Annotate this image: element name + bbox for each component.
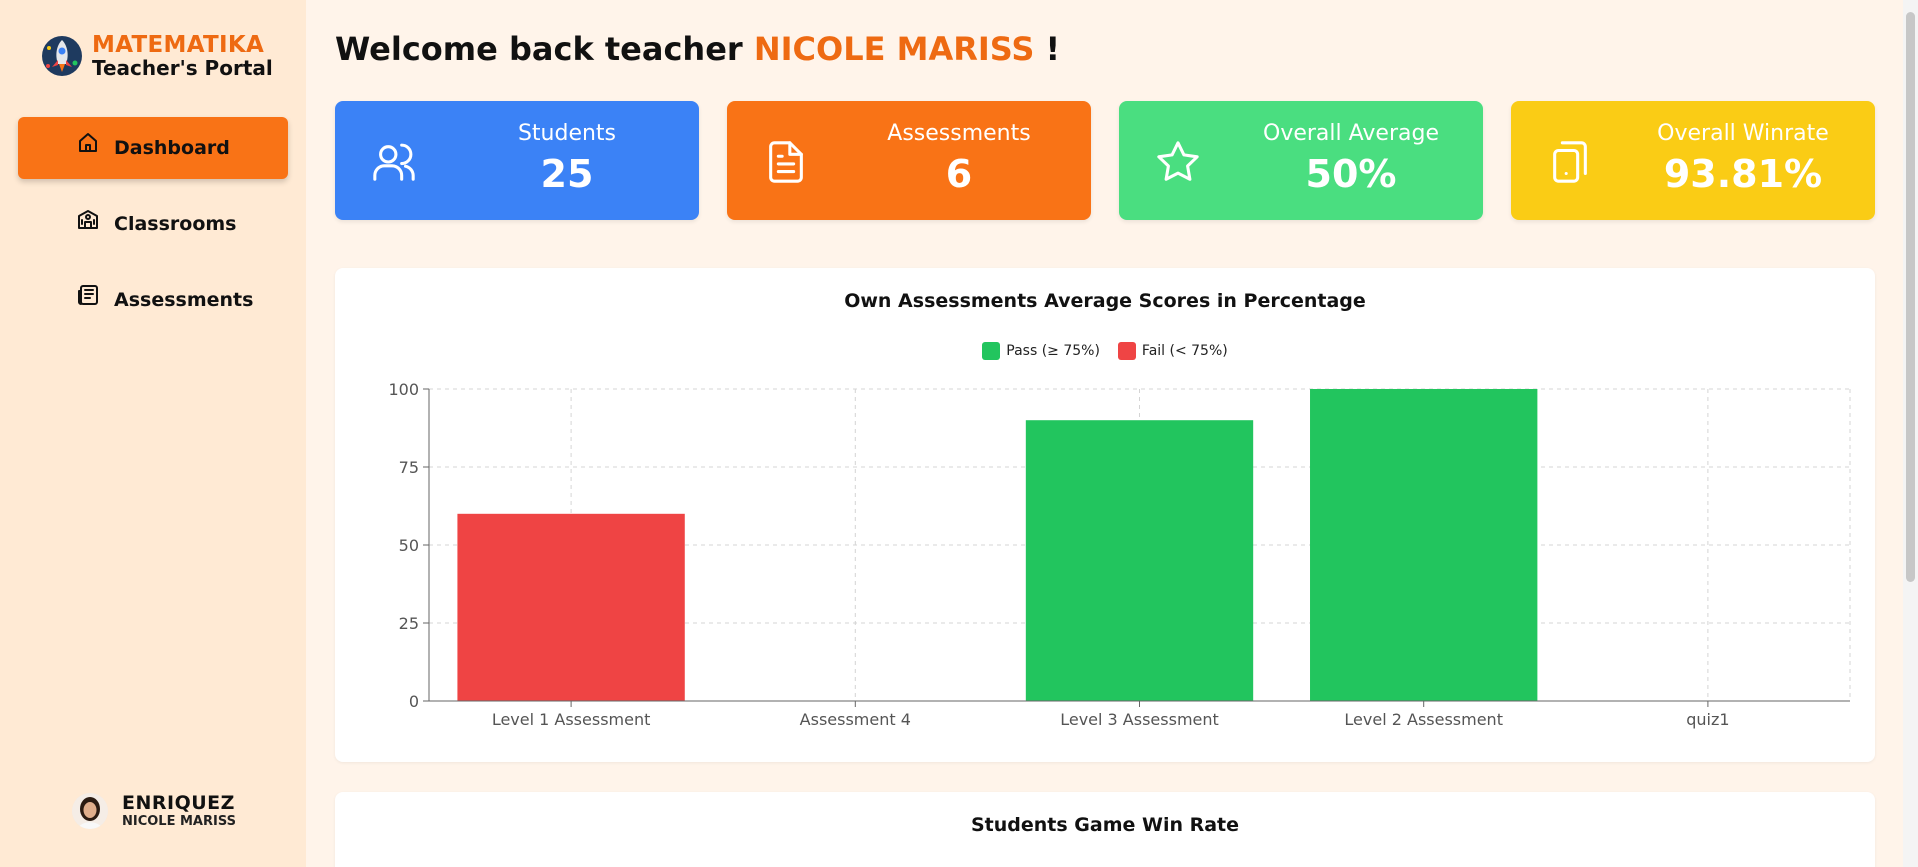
x-tick-label: Level 1 Assessment (492, 710, 651, 729)
panel-title: Students Game Win Rate (970, 814, 1240, 836)
brand-subtitle: Teacher's Portal (92, 56, 273, 80)
x-tick-label: Assessment 4 (800, 710, 911, 729)
x-tick-label: Level 3 Assessment (1060, 710, 1219, 729)
school-icon (76, 207, 100, 231)
stat-label: Overall Winrate (1657, 121, 1829, 146)
stat-value: 6 (945, 152, 973, 196)
assessment-scores-panel: Own Assessments Average Scores in Percen… (335, 268, 1875, 762)
stat-card-overall-average: Overall Average 50% (1119, 101, 1483, 220)
sidebar-item-assessments[interactable]: Assessments (18, 269, 288, 331)
sidebar-item-dashboard[interactable]: Dashboard (18, 117, 288, 179)
y-tick-label: 0 (409, 692, 419, 711)
sidebar-item-label: Classrooms (114, 213, 237, 235)
stat-card-assessments: Assessments 6 (727, 101, 1091, 220)
sidebar-item-label: Assessments (114, 289, 254, 311)
avatar (72, 793, 108, 830)
tablet-icon (1547, 139, 1593, 185)
sidebar-nav: Dashboard Classrooms Assessments (18, 117, 288, 345)
sidebar-item-label: Dashboard (114, 137, 230, 159)
stat-value: 25 (540, 152, 594, 196)
stat-label: Students (517, 121, 617, 146)
stat-label: Assessments (887, 121, 1031, 146)
stat-label: Overall Average (1263, 121, 1439, 146)
teacher-name: NICOLE MARISS (753, 30, 1035, 68)
user-profile[interactable]: ENRIQUEZ NICOLE MARISS (72, 792, 236, 830)
users-icon (371, 139, 417, 185)
scrollbar[interactable] (1903, 0, 1918, 867)
stats-cards: Students 25 Assessments 6 Overall Averag… (335, 101, 1875, 220)
sidebar: MATEMATIKA Teacher's Portal Dashboard Cl… (0, 0, 306, 867)
page-title: Welcome back teacher NICOLE MARISS ! (335, 30, 1060, 68)
y-tick-label: 25 (399, 614, 419, 633)
win-rate-panel: Students Game Win Rate (335, 792, 1875, 867)
y-tick-label: 50 (399, 536, 419, 555)
user-first-name: NICOLE MARISS (122, 813, 236, 829)
chart-bar (457, 513, 685, 701)
x-tick-label: Level 2 Assessment (1344, 710, 1503, 729)
y-tick-label: 75 (399, 458, 419, 477)
stat-value: 93.81% (1663, 152, 1823, 196)
sidebar-item-classrooms[interactable]: Classrooms (18, 193, 288, 255)
stat-card-students: Students 25 (335, 101, 699, 220)
chart-bar (1025, 420, 1254, 701)
stat-value: 50% (1305, 152, 1397, 196)
brand-title: MATEMATIKA (92, 32, 265, 58)
newspaper-icon (76, 283, 100, 307)
welcome-suffix: ! (1045, 30, 1061, 68)
document-icon (763, 139, 809, 185)
chart-bar (1310, 389, 1538, 701)
rocket-logo-icon (40, 34, 84, 78)
scrollbar-thumb[interactable] (1906, 12, 1915, 582)
bar-chart: 0 25 50 75 100 Level 1 Assessment Assessment 4… (388, 380, 1851, 729)
brand: MATEMATIKA Teacher's Portal (40, 34, 273, 78)
star-icon (1155, 139, 1201, 185)
stat-card-overall-winrate: Overall Winrate 93.81% (1511, 101, 1875, 220)
welcome-prefix: Welcome back teacher (335, 30, 743, 68)
user-last-name: ENRIQUEZ (122, 792, 235, 814)
y-tick-label: 100 (388, 380, 419, 399)
x-tick-label: quiz1 (1686, 710, 1729, 729)
home-icon (76, 131, 100, 155)
